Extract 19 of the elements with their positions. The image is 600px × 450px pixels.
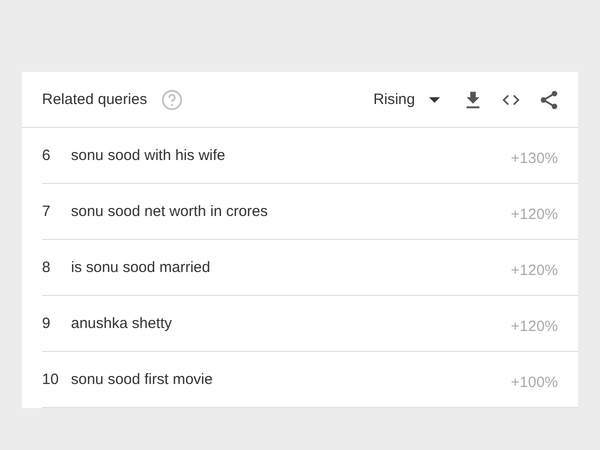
caret-icon [429,96,440,102]
rise-value: +100% [510,374,558,391]
query-link[interactable]: sonu sood net worth in crores [71,203,511,220]
rank-number: 8 [42,259,52,276]
rise-value: +120% [510,206,558,223]
query-link[interactable]: is sonu sood married [71,259,511,276]
rank-number: 6 [42,147,52,164]
share-icon[interactable] [538,88,560,110]
query-link[interactable]: sonu sood first movie [71,371,511,388]
rise-value: +130% [510,150,558,167]
card-title: Related queries [42,91,148,108]
filter-dropdown[interactable]: Rising [373,91,440,108]
query-link[interactable]: sonu sood with his wife [71,147,511,164]
rank-number: 7 [42,203,52,220]
rank-number: 9 [42,315,52,332]
rank-number: 10 [42,371,60,388]
query-link[interactable]: anushka shetty [71,315,511,332]
rise-value: +120% [510,262,558,279]
rise-value: +120% [510,318,558,335]
